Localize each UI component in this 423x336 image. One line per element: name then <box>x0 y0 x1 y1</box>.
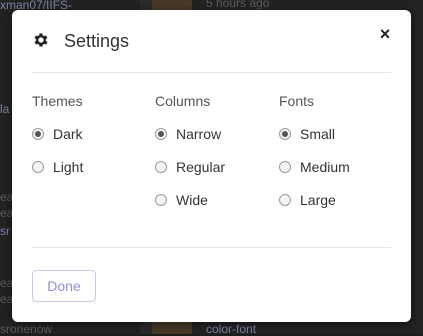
columns-wide-label: Wide <box>176 192 208 208</box>
close-button[interactable]: × <box>377 24 393 44</box>
columns-regular-label: Regular <box>176 159 226 175</box>
theme-light-radio[interactable] <box>32 161 44 173</box>
theme-dark-radio[interactable] <box>32 128 44 140</box>
fonts-option-small[interactable]: Small <box>279 124 389 144</box>
columns-narrow-radio[interactable] <box>155 128 167 140</box>
gear-icon <box>34 33 48 47</box>
background-thumbnail <box>152 322 192 334</box>
theme-dark-label: Dark <box>53 126 83 142</box>
fonts-large-label: Large <box>300 192 336 208</box>
columns-group: Columns Narrow Regular Wide <box>155 92 265 223</box>
dialog-title: Settings <box>64 31 130 51</box>
columns-wide-radio[interactable] <box>155 194 167 206</box>
footer-divider <box>32 247 391 248</box>
fonts-medium-radio[interactable] <box>279 161 291 173</box>
columns-label: Columns <box>155 93 211 109</box>
theme-option-dark[interactable]: Dark <box>32 124 142 144</box>
theme-light-label: Light <box>53 159 84 175</box>
themes-label: Themes <box>32 93 83 109</box>
columns-option-regular[interactable]: Regular <box>155 157 265 177</box>
fonts-label: Fonts <box>279 93 315 109</box>
columns-option-narrow[interactable]: Narrow <box>155 124 265 144</box>
fonts-option-medium[interactable]: Medium <box>279 157 389 177</box>
background-thumbnail <box>152 0 192 10</box>
dialog-header: Settings × <box>12 10 411 72</box>
columns-option-wide[interactable]: Wide <box>155 190 265 210</box>
fonts-medium-label: Medium <box>300 159 350 175</box>
fonts-small-label: Small <box>300 126 336 142</box>
fonts-group: Fonts Small Medium Large <box>279 92 389 223</box>
fonts-option-large[interactable]: Large <box>279 190 389 210</box>
columns-regular-radio[interactable] <box>155 161 167 173</box>
background-timestamp: 5 hours ago <box>206 0 270 10</box>
header-divider <box>32 72 391 73</box>
fonts-small-radio[interactable] <box>279 128 291 140</box>
fonts-large-radio[interactable] <box>279 194 291 206</box>
done-button[interactable]: Done <box>32 270 96 302</box>
background-snippet: sr <box>0 224 10 238</box>
close-icon: × <box>379 24 391 44</box>
settings-dialog: Settings × Themes Dark Light Columns Nar… <box>12 10 411 322</box>
columns-narrow-label: Narrow <box>176 126 222 142</box>
themes-group: Themes Dark Light <box>32 92 142 190</box>
background-snippet: la <box>0 102 10 116</box>
theme-option-light[interactable]: Light <box>32 157 142 177</box>
